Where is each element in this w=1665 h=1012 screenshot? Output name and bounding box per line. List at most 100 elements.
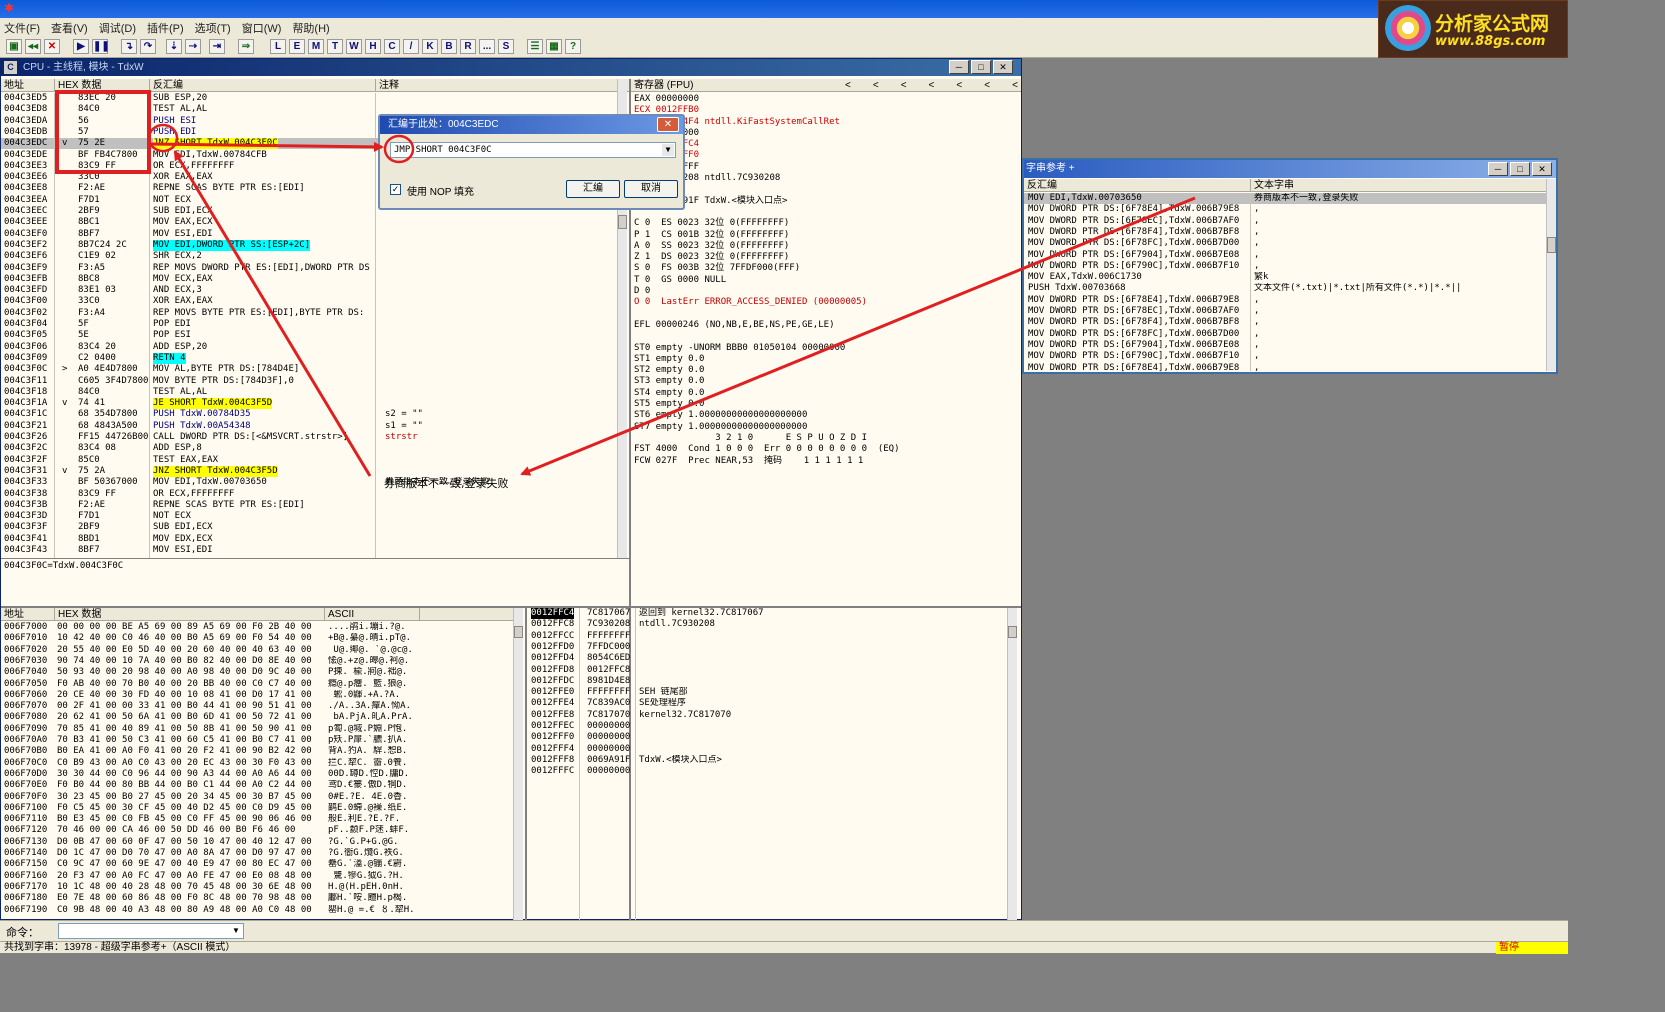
asm-column-header[interactable]: 反汇编 [149, 79, 183, 92]
addr-column-header[interactable]: 地址 [1, 79, 24, 92]
dump-row[interactable]: 006F7030 90 74 40 00 10 7A 40 00 B0 82 40… [1, 656, 513, 667]
register-nav-arrow[interactable]: < [870, 80, 898, 91]
disasm-row[interactable]: 004C3F3D F7D1 NOT ECX [1, 511, 617, 522]
dump-row[interactable]: 006F7000 00 00 00 00 BE A5 69 00 89 A5 69… [1, 622, 513, 633]
dump-row[interactable]: 006F7010 10 42 40 00 C0 46 40 00 B0 A5 69… [1, 633, 513, 644]
stack-row[interactable]: 0012FFCC FFFFFFFF [529, 631, 1007, 642]
dump-pane[interactable]: 006F7000 00 00 00 00 BE A5 69 00 89 A5 69… [1, 622, 513, 920]
dump-row[interactable]: 006F7150 C0 9C 47 00 60 9E 47 00 40 E9 47… [1, 859, 513, 870]
disasm-row[interactable]: 004C3F05 5E POP ESI [1, 330, 617, 341]
dump-row[interactable]: 006F7090 70 85 41 00 40 89 41 00 50 8B 41… [1, 724, 513, 735]
register-nav-arrow[interactable]: < [898, 80, 926, 91]
cancel-button[interactable]: 取消 [624, 180, 678, 198]
strref-scrollbar[interactable] [1546, 179, 1556, 371]
dropdown-arrow-icon[interactable]: ▼ [662, 144, 674, 156]
dump-row[interactable]: 006F70D0 30 30 44 00 C0 96 44 00 90 A3 44… [1, 769, 513, 780]
disasm-row[interactable]: 004C3F11 C605 3F4D7800 MOV BYTE PTR DS:[78… [1, 376, 617, 387]
dump-row[interactable]: 006F7070 00 2F 41 00 00 33 41 00 B0 44 41… [1, 701, 513, 712]
stack-row[interactable]: 0012FFD4 8054C6ED [529, 653, 1007, 664]
toolbar-l[interactable]: L [270, 39, 286, 54]
menu-window[interactable]: 窗口(W) [238, 18, 289, 36]
dump-row[interactable]: 006F7060 20 CE 40 00 30 FD 40 00 10 08 41… [1, 690, 513, 701]
dump-row[interactable]: 006F7110 B0 E3 45 00 C0 FB 45 00 C0 FF 45… [1, 814, 513, 825]
disasm-row[interactable]: 004C3EF6 C1E9 02 SHR ECX,2 [1, 251, 617, 262]
assemble-input[interactable]: JMP SHORT 004C3F0C ▼ [390, 142, 676, 158]
pause-icon[interactable]: ❚❚ [92, 39, 110, 54]
strref-row[interactable]: MOV DWORD PTR DS:[6F790C],TdxW.006B7F10, [1024, 351, 1546, 362]
disasm-row[interactable]: 004C3F06 83C4 20 ADD ESP,20 [1, 342, 617, 353]
stack-row[interactable]: 0012FFDC 8981D4E8 [529, 676, 1007, 687]
disasm-row[interactable]: 004C3F2F 85C0 TEST EAX,EAX [1, 455, 617, 466]
list-icon[interactable]: ☰ [527, 39, 543, 54]
comment-column-header[interactable]: 注释 [375, 79, 399, 92]
strref-row[interactable]: MOV DWORD PTR DS:[6F7904],TdxW.006B7E08, [1024, 340, 1546, 351]
strref-row[interactable]: MOV EDI,TdxW.00703650 券商版本不一致,登录失败 [1024, 193, 1546, 205]
disasm-row[interactable]: 004C3F38 83C9 FF OR ECX,FFFFFFFF [1, 489, 617, 500]
strref-row[interactable]: MOV DWORD PTR DS:[6F78F4],TdxW.006B7BF8, [1024, 227, 1546, 238]
disasm-row[interactable]: 004C3ED5 83EC 20 SUB ESP,20 [1, 93, 617, 104]
dump-row[interactable]: 006F70F0 30 23 45 00 B0 27 45 00 20 34 45… [1, 792, 513, 803]
dump-row[interactable]: 006F70C0 C0 B9 43 00 A0 C0 43 00 20 EC 43… [1, 758, 513, 769]
disasm-row[interactable]: 004C3F09 C2 0400 RETN 4 [1, 352, 617, 365]
strref-row[interactable]: MOV DWORD PTR DS:[6F78F4],TdxW.006B7BF8, [1024, 317, 1546, 328]
disasm-row[interactable]: 004C3EF9 F3:A5 REP MOVS DWORD PTR ES:[EDI]… [1, 263, 617, 274]
strref-row[interactable]: MOV DWORD PTR DS:[6F78E4],TdxW.006B79E8, [1024, 295, 1546, 306]
dump-hex-header[interactable]: HEX 数据 [54, 608, 101, 621]
stack-row[interactable]: 0012FFE4 7C839AC0 SE处理程序 [529, 698, 1007, 709]
disasm-row[interactable]: 004C3EEE 8BC1 MOV EAX,ECX [1, 217, 617, 228]
close-process-icon[interactable]: ✕ [44, 39, 60, 54]
dump-row[interactable]: 006F7080 20 62 41 00 50 6A 41 00 B0 6D 41… [1, 712, 513, 723]
disasm-row[interactable]: 004C3EFD 83E1 03 AND ECX,3 [1, 285, 617, 296]
dump-row[interactable]: 006F7120 70 46 00 00 CA 46 00 50 DD 46 00… [1, 825, 513, 836]
disasm-row[interactable]: 004C3F21 68 4843A500 PUSH TdxW.00A54348 s1 … [1, 421, 617, 432]
menu-file[interactable]: 文件(F) [0, 18, 47, 36]
strref-text-header[interactable]: 文本字串 [1250, 179, 1294, 192]
dump-scrollbar[interactable] [513, 608, 523, 920]
disasm-row[interactable]: 004C3F1A v 74 41 JE SHORT TdxW.004C3F5D [1, 398, 617, 410]
disasm-row[interactable]: 004C3EF0 8BF7 MOV ESI,EDI [1, 229, 617, 240]
dump-row[interactable]: 006F70A0 70 B3 41 00 50 C3 41 00 60 C5 41… [1, 735, 513, 746]
toolbar-s[interactable]: S [498, 39, 514, 54]
close-button[interactable]: ✕ [993, 60, 1013, 74]
stack-row[interactable]: 0012FFF0 00000000 [529, 732, 1007, 743]
strref-row[interactable]: MOV EAX,TdxW.006C1730 繁k [1024, 272, 1546, 283]
disasm-row[interactable]: 004C3F41 8BD1 MOV EDX,ECX [1, 534, 617, 545]
dump-row[interactable]: 006F7040 50 93 40 00 20 98 40 00 A0 98 40… [1, 667, 513, 678]
register-nav-arrow[interactable]: < [926, 80, 954, 91]
disasm-row[interactable]: 004C3F1C 68 354D7800 PUSH TdxW.00784D35 s2 … [1, 409, 617, 420]
toolbar-k[interactable]: K [422, 39, 438, 54]
register-nav-arrow[interactable]: < [981, 80, 1009, 91]
grid-icon[interactable]: ▦ [546, 39, 562, 54]
assemble-dialog-title[interactable]: 汇编于此处：004C3EDC [380, 116, 683, 134]
stack-row[interactable]: 0012FFE8 7C817070 kernel32.7C817070 [529, 710, 1007, 721]
stack-pane[interactable]: 0012FFC4 7C817067 返回到 kernel32.7C817067 001… [529, 608, 1007, 920]
disasm-row[interactable]: 004C3F31 v 75 2A JNZ SHORT TdxW.004C3F5D [1, 465, 617, 478]
maximize-button[interactable]: □ [971, 60, 991, 74]
execute-till-return-icon[interactable]: ⇥ [209, 39, 225, 54]
cpu-window-titlebar[interactable]: C CPU - 主线程, 模块 - TdxW ─ □ ✕ [1, 59, 1021, 76]
strref-row[interactable]: MOV DWORD PTR DS:[6F78FC],TdxW.006B7D00, [1024, 238, 1546, 249]
stack-row[interactable]: 0012FFD8 0012FFC8 [529, 665, 1007, 676]
assemble-button[interactable]: 汇编 [566, 180, 620, 198]
disasm-row[interactable]: 004C3F33 BF 50367000 MOV EDI,TdxW.00703650… [1, 477, 617, 488]
stack-row[interactable]: 0012FFE0 FFFFFFFF SEH 链尾部 [529, 687, 1007, 698]
menu-help[interactable]: 帮助(H) [288, 18, 336, 36]
toolbar-slash[interactable]: / [403, 39, 419, 54]
stack-row[interactable]: 0012FFC4 7C817067 返回到 kernel32.7C817067 [529, 608, 1007, 620]
disasm-row[interactable]: 004C3F0C > A0 4E4D7800 MOV AL,BYTE PTR DS:[… [1, 364, 617, 375]
registers-pane[interactable]: EAX 00000000 ECX 0012FFB0 EDX 7C92E4F4 ntd… [634, 94, 1019, 544]
dump-ascii-header[interactable]: ASCII [324, 608, 354, 621]
strref-row[interactable]: MOV DWORD PTR DS:[6F78E4],TdxW.006B79E8, [1024, 363, 1546, 374]
disasm-row[interactable]: 004C3F43 8BF7 MOV ESI,EDI [1, 545, 617, 556]
strref-minimize-button[interactable]: ─ [1488, 162, 1508, 176]
dump-row[interactable]: 006F7170 10 1C 48 00 40 28 48 00 70 45 48… [1, 882, 513, 893]
strref-maximize-button[interactable]: □ [1510, 162, 1530, 176]
stack-row[interactable]: 0012FFF8 0069A91F TdxW.<模块入口点> [529, 755, 1007, 766]
strref-row[interactable]: MOV DWORD PTR DS:[6F790C],TdxW.006B7F10, [1024, 261, 1546, 272]
disasm-row[interactable]: 004C3F3B F2:AE REPNE SCAS BYTE PTR ES:[EDI… [1, 500, 617, 511]
dump-row[interactable]: 006F7050 F0 AB 40 00 70 B0 40 00 20 BB 40… [1, 679, 513, 690]
command-input[interactable]: ▼ [58, 923, 244, 939]
toolbar-ellipsis[interactable]: ... [479, 39, 495, 54]
hex-column-header[interactable]: HEX 数据 [54, 79, 101, 92]
stack-scrollbar[interactable] [1007, 608, 1017, 920]
